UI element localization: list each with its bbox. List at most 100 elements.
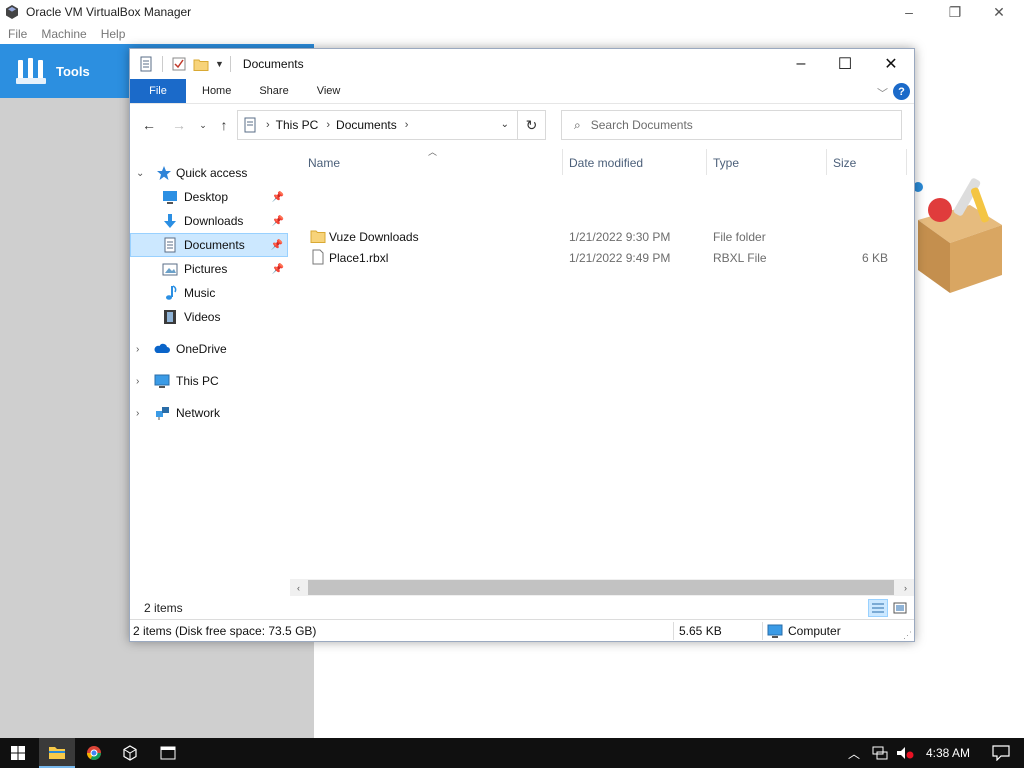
computer-icon (767, 624, 783, 638)
titlebar-divider (229, 56, 231, 72)
nav-item-network[interactable]: › Network (130, 401, 288, 425)
pin-icon[interactable]: 📌 (272, 264, 284, 275)
nav-item-onedrive[interactable]: › OneDrive (130, 337, 288, 361)
breadcrumb-separator-icon[interactable]: › (326, 119, 330, 131)
nav-label: This PC (176, 374, 219, 388)
column-header-name[interactable]: Name (308, 150, 340, 176)
vbox-menu-file[interactable]: File (2, 27, 33, 41)
nav-label: Desktop (184, 190, 229, 204)
breadcrumb-documents[interactable]: Documents (336, 118, 397, 132)
onedrive-icon (154, 343, 170, 353)
nav-label: Documents (184, 238, 245, 252)
file-name: Place1.rbxl (329, 251, 389, 265)
status-selected-size: 5.65 KB (679, 623, 722, 638)
nav-item-desktop[interactable]: Desktop 📌 (130, 185, 288, 209)
nav-item-this-pc[interactable]: › This PC (130, 369, 288, 393)
virtualbox-app-icon (6, 5, 18, 19)
expanded-chevron-icon[interactable]: ⌄ (136, 168, 144, 179)
nav-item-documents[interactable]: Documents 📌 (130, 233, 288, 257)
pin-icon[interactable]: 📌 (272, 216, 284, 227)
item-count: 2 items (144, 601, 183, 615)
vbox-restore-button[interactable]: ❐ (932, 0, 978, 24)
breadcrumb-separator-icon[interactable]: › (266, 119, 270, 131)
show-hidden-icons-chevron-icon[interactable]: ︿ (848, 745, 860, 762)
file-row[interactable]: Vuze Downloads 1/21/2022 9:30 PM File fo… (302, 226, 902, 247)
start-windows-icon[interactable] (0, 738, 36, 768)
status-location: Computer (788, 623, 841, 638)
file-row[interactable]: Place1.rbxl 1/21/2022 9:49 PM RBXL File … (302, 247, 902, 268)
explorer-close-button[interactable]: ✕ (868, 49, 914, 79)
up-arrow-icon[interactable]: ↑ (214, 115, 234, 135)
system-tray: ︿ 4:38 AM (848, 738, 1024, 768)
vbox-minimize-button[interactable]: – (886, 0, 932, 24)
column-header-date-modified[interactable]: Date modified (569, 150, 643, 176)
address-dropdown-chevron-icon[interactable]: ⌄ (501, 119, 509, 130)
titlebar-divider (162, 56, 163, 72)
app-window-taskbar-icon[interactable] (150, 738, 186, 768)
breadcrumb-this-pc[interactable]: This PC (276, 118, 319, 132)
vbox-close-button[interactable]: ✕ (976, 0, 1022, 24)
new-folder-icon[interactable] (193, 56, 209, 72)
nav-item-pictures[interactable]: Pictures 📌 (130, 257, 288, 281)
column-divider[interactable] (562, 149, 563, 175)
forward-arrow-icon[interactable]: → (169, 115, 189, 135)
file-name: Vuze Downloads (329, 230, 419, 244)
scroll-left-arrow-icon[interactable]: ‹ (290, 579, 307, 596)
nav-item-music[interactable]: Music (130, 281, 288, 305)
checkmark-properties-icon[interactable] (171, 56, 187, 72)
virtualbox-taskbar-icon[interactable] (112, 738, 148, 768)
details-view-icon[interactable] (868, 599, 888, 617)
vbox-menu-help[interactable]: Help (95, 27, 132, 41)
network-icon (156, 407, 169, 420)
nav-quick-access[interactable]: ⌄ Quick access (130, 161, 288, 185)
breadcrumb-separator-icon[interactable]: › (405, 119, 409, 131)
horizontal-scrollbar[interactable]: ‹ › (290, 579, 914, 596)
pin-icon[interactable]: 📌 (272, 192, 284, 203)
column-header-type[interactable]: Type (713, 150, 739, 176)
volume-muted-icon[interactable] (896, 746, 914, 760)
tab-view[interactable]: View (303, 79, 355, 103)
customize-toolbar-dropdown-icon[interactable]: ▼ (215, 59, 224, 69)
nav-item-downloads[interactable]: Downloads 📌 (130, 209, 288, 233)
expand-ribbon-chevron-icon[interactable]: ﹀ (877, 85, 888, 101)
help-icon[interactable]: ? (893, 83, 910, 100)
column-divider[interactable] (906, 149, 907, 175)
file-explorer-taskbar-icon[interactable] (39, 738, 75, 768)
search-box[interactable]: ⌕ Search Documents (561, 110, 902, 140)
pin-icon[interactable]: 📌 (271, 240, 283, 251)
collapsed-chevron-icon[interactable]: › (136, 376, 139, 387)
items-bar: 2 items (130, 597, 914, 619)
column-divider[interactable] (706, 149, 707, 175)
tab-share[interactable]: Share (245, 79, 302, 103)
column-divider[interactable] (826, 149, 827, 175)
ribbon-tabs: File Home Share View ﹀ ? (130, 79, 914, 104)
address-bar[interactable]: › This PC › Documents › ⌄ (237, 110, 518, 140)
file-type: RBXL File (713, 251, 767, 265)
search-input[interactable]: Search Documents (591, 118, 693, 132)
collapsed-chevron-icon[interactable]: › (136, 408, 139, 419)
tab-file[interactable]: File (130, 79, 186, 103)
explorer-minimize-button[interactable]: – (778, 49, 824, 79)
resize-grip-icon[interactable]: ⋰ (903, 630, 912, 641)
nav-item-videos[interactable]: Videos (130, 305, 288, 329)
clock-time[interactable]: 4:38 AM (926, 746, 970, 760)
scrollbar-thumb[interactable] (308, 580, 894, 595)
chrome-taskbar-icon[interactable] (76, 738, 112, 768)
file-list: ︿ Name Date modified Type Size Vuze Down… (290, 145, 914, 585)
status-divider (762, 622, 763, 640)
large-icons-view-icon[interactable] (890, 599, 910, 617)
explorer-maximize-button[interactable]: ☐ (822, 49, 868, 79)
tab-home[interactable]: Home (188, 79, 245, 103)
network-status-icon[interactable] (872, 746, 888, 760)
recent-locations-chevron-icon[interactable]: ⌄ (193, 115, 213, 135)
back-arrow-icon[interactable]: ← (139, 115, 159, 135)
properties-icon[interactable] (138, 56, 154, 72)
column-header-size[interactable]: Size (833, 150, 856, 176)
notifications-icon[interactable] (992, 745, 1010, 761)
scroll-right-arrow-icon[interactable]: › (897, 579, 914, 596)
vbox-menu-machine[interactable]: Machine (35, 27, 92, 41)
refresh-icon[interactable]: ↻ (518, 110, 546, 140)
collapsed-chevron-icon[interactable]: › (136, 344, 139, 355)
this-pc-icon (154, 374, 170, 388)
nav-label: Pictures (184, 262, 228, 276)
